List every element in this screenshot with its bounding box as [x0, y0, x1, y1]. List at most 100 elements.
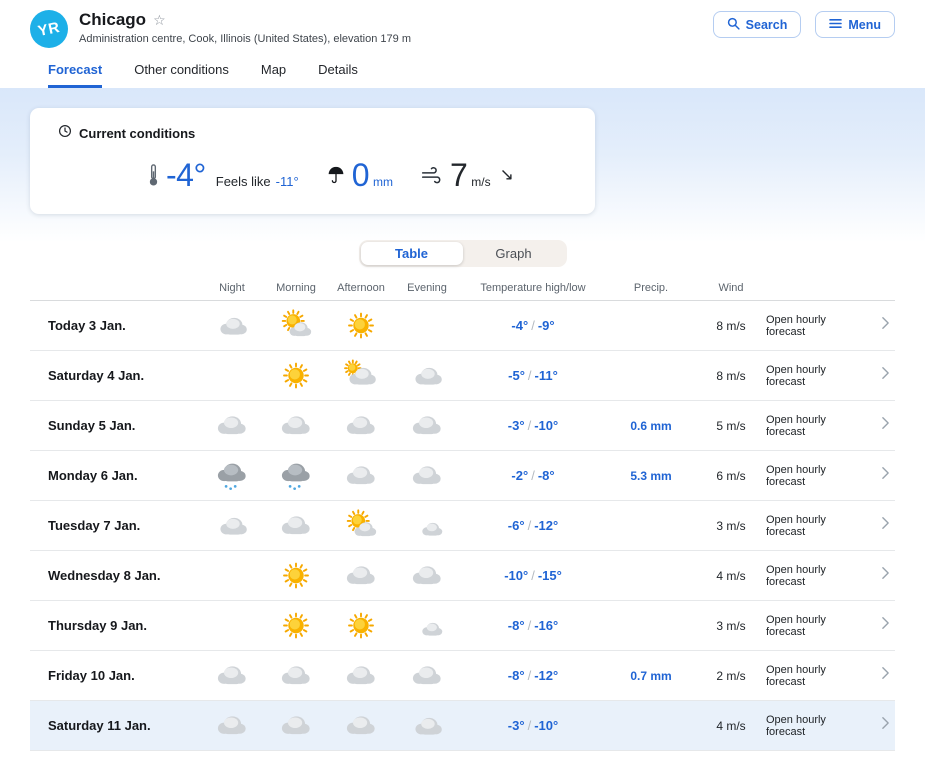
- toggle-table-button[interactable]: Table: [361, 242, 463, 265]
- open-hourly-forecast-link[interactable]: Open hourly forecast: [766, 664, 895, 688]
- forecast-row[interactable]: Saturday 11 Jan. -3°/-10° 4 m/s Open hou…: [30, 701, 895, 751]
- light-sleet-icon: [212, 459, 252, 492]
- cloudy-icon: [407, 409, 447, 442]
- chevron-right-icon: [881, 716, 890, 735]
- light-sleet-icon: [276, 459, 316, 492]
- menu-icon: [829, 18, 842, 32]
- current-conditions-heading: Current conditions: [79, 126, 195, 141]
- tab-map[interactable]: Map: [261, 62, 286, 88]
- clear-night-icon: [212, 559, 252, 592]
- night-weather-icon: [200, 509, 264, 542]
- cloudy-icon: [276, 509, 316, 542]
- precipitation-unit: mm: [373, 175, 393, 189]
- wind-cell: 4 m/s: [696, 569, 766, 583]
- night-weather-icon: [200, 359, 264, 392]
- main-nav: Forecast Other conditions Map Details: [0, 56, 925, 88]
- yr-logo[interactable]: YR: [30, 10, 68, 48]
- tab-other-conditions[interactable]: Other conditions: [134, 62, 229, 88]
- favorite-star-icon[interactable]: ☆: [153, 13, 166, 27]
- wind-direction-arrow: ↘: [500, 165, 514, 185]
- forecast-day-label: Today 3 Jan.: [30, 318, 200, 333]
- cloudy-icon: [341, 659, 381, 692]
- cloudy-icon: [212, 659, 252, 692]
- fair-night-icon: [407, 609, 447, 642]
- clear-day-icon: [276, 559, 316, 592]
- night-weather-icon: [200, 409, 264, 442]
- afternoon-weather-icon: [328, 309, 394, 342]
- wind-cell: 3 m/s: [696, 619, 766, 633]
- chevron-right-icon: [881, 516, 890, 535]
- menu-button-label: Menu: [848, 18, 881, 32]
- precipitation-cell: 5.3 mm: [606, 469, 696, 483]
- precipitation-value: 0: [352, 157, 369, 194]
- wind-cell: 2 m/s: [696, 669, 766, 683]
- clear-day-icon: [341, 609, 381, 642]
- temperature-high-low: -4°/-9°: [460, 318, 606, 333]
- forecast-row[interactable]: Tuesday 7 Jan. -6°/-12° 3 m/s Open hourl…: [30, 501, 895, 551]
- morning-weather-icon: [264, 359, 328, 392]
- column-afternoon: Afternoon: [328, 282, 394, 294]
- morning-weather-icon: [264, 609, 328, 642]
- forecast-day-label: Thursday 9 Jan.: [30, 618, 200, 633]
- open-hourly-forecast-link[interactable]: Open hourly forecast: [766, 614, 895, 638]
- open-hourly-forecast-link[interactable]: Open hourly forecast: [766, 564, 895, 588]
- temperature-high-low: -2°/-8°: [460, 468, 606, 483]
- wind-icon: [421, 164, 443, 186]
- forecast-row[interactable]: Saturday 4 Jan. -5°/-11° 8 m/s Open hour…: [30, 351, 895, 401]
- cloudy-icon: [341, 709, 381, 742]
- open-hourly-forecast-link[interactable]: Open hourly forecast: [766, 414, 895, 438]
- hero-section: Current conditions -4° Feels like -11° 0…: [0, 88, 925, 252]
- feels-like-value: -11°: [276, 174, 299, 189]
- menu-button[interactable]: Menu: [815, 11, 895, 38]
- afternoon-weather-icon: [328, 359, 394, 392]
- afternoon-weather-icon: [328, 709, 394, 742]
- night-weather-icon: [200, 459, 264, 492]
- forecast-row[interactable]: Sunday 5 Jan. -3°/-10° 0.6 mm 5 m/s Open…: [30, 401, 895, 451]
- morning-weather-icon: [264, 309, 328, 342]
- forecast-row[interactable]: Monday 6 Jan. -2°/-8° 5.3 mm 6 m/s Open …: [30, 451, 895, 501]
- wind-cell: 5 m/s: [696, 419, 766, 433]
- current-precipitation: 0 mm: [327, 157, 393, 194]
- forecast-day-label: Friday 10 Jan.: [30, 668, 200, 683]
- wind-cell: 8 m/s: [696, 369, 766, 383]
- evening-weather-icon: [394, 559, 460, 592]
- forecast-row[interactable]: Friday 10 Jan. -8°/-12° 0.7 mm 2 m/s Ope…: [30, 651, 895, 701]
- column-night: Night: [200, 282, 264, 294]
- open-hourly-forecast-link[interactable]: Open hourly forecast: [766, 364, 895, 388]
- search-button[interactable]: Search: [713, 11, 802, 38]
- toggle-graph-button[interactable]: Graph: [463, 242, 565, 265]
- partly-cloudy-night-icon: [212, 309, 252, 342]
- night-weather-icon: [200, 709, 264, 742]
- forecast-day-label: Tuesday 7 Jan.: [30, 518, 200, 533]
- partly-cloudy-night-icon: [407, 709, 447, 742]
- temperature-high-low: -10°/-15°: [460, 568, 606, 583]
- column-morning: Morning: [264, 282, 328, 294]
- evening-weather-icon: [394, 659, 460, 692]
- open-hourly-forecast-link[interactable]: Open hourly forecast: [766, 714, 895, 738]
- open-hourly-forecast-link[interactable]: Open hourly forecast: [766, 314, 895, 338]
- forecast-row[interactable]: Thursday 9 Jan. -8°/-16° 3 m/s Open hour…: [30, 601, 895, 651]
- chevron-right-icon: [881, 666, 890, 685]
- open-hourly-forecast-link[interactable]: Open hourly forecast: [766, 464, 895, 488]
- open-hourly-forecast-link[interactable]: Open hourly forecast: [766, 514, 895, 538]
- afternoon-weather-icon: [328, 459, 394, 492]
- fair-day-icon: [341, 359, 381, 392]
- temperature-high-low: -8°/-12°: [460, 668, 606, 683]
- top-bar: YR Chicago ☆ Administration centre, Cook…: [0, 0, 925, 56]
- tab-forecast[interactable]: Forecast: [48, 62, 102, 88]
- forecast-day-label: Saturday 4 Jan.: [30, 368, 200, 383]
- cloudy-icon: [407, 459, 447, 492]
- feels-like-label: Feels like: [216, 174, 271, 189]
- tab-details[interactable]: Details: [318, 62, 358, 88]
- forecast-row[interactable]: Today 3 Jan. -4°/-9° 8 m/s Open hourly f…: [30, 301, 895, 351]
- wind-cell: 6 m/s: [696, 469, 766, 483]
- evening-weather-icon: [394, 309, 460, 342]
- forecast-row[interactable]: Wednesday 8 Jan. -10°/-15° 4 m/s Open ho…: [30, 551, 895, 601]
- cloudy-icon: [276, 409, 316, 442]
- clear-night-icon: [71, 155, 119, 195]
- evening-weather-icon: [394, 359, 460, 392]
- chevron-right-icon: [881, 316, 890, 335]
- forecast-day-label: Saturday 11 Jan.: [30, 718, 200, 733]
- precipitation-cell: 0.7 mm: [606, 669, 696, 683]
- location-subtitle: Administration centre, Cook, Illinois (U…: [79, 33, 713, 45]
